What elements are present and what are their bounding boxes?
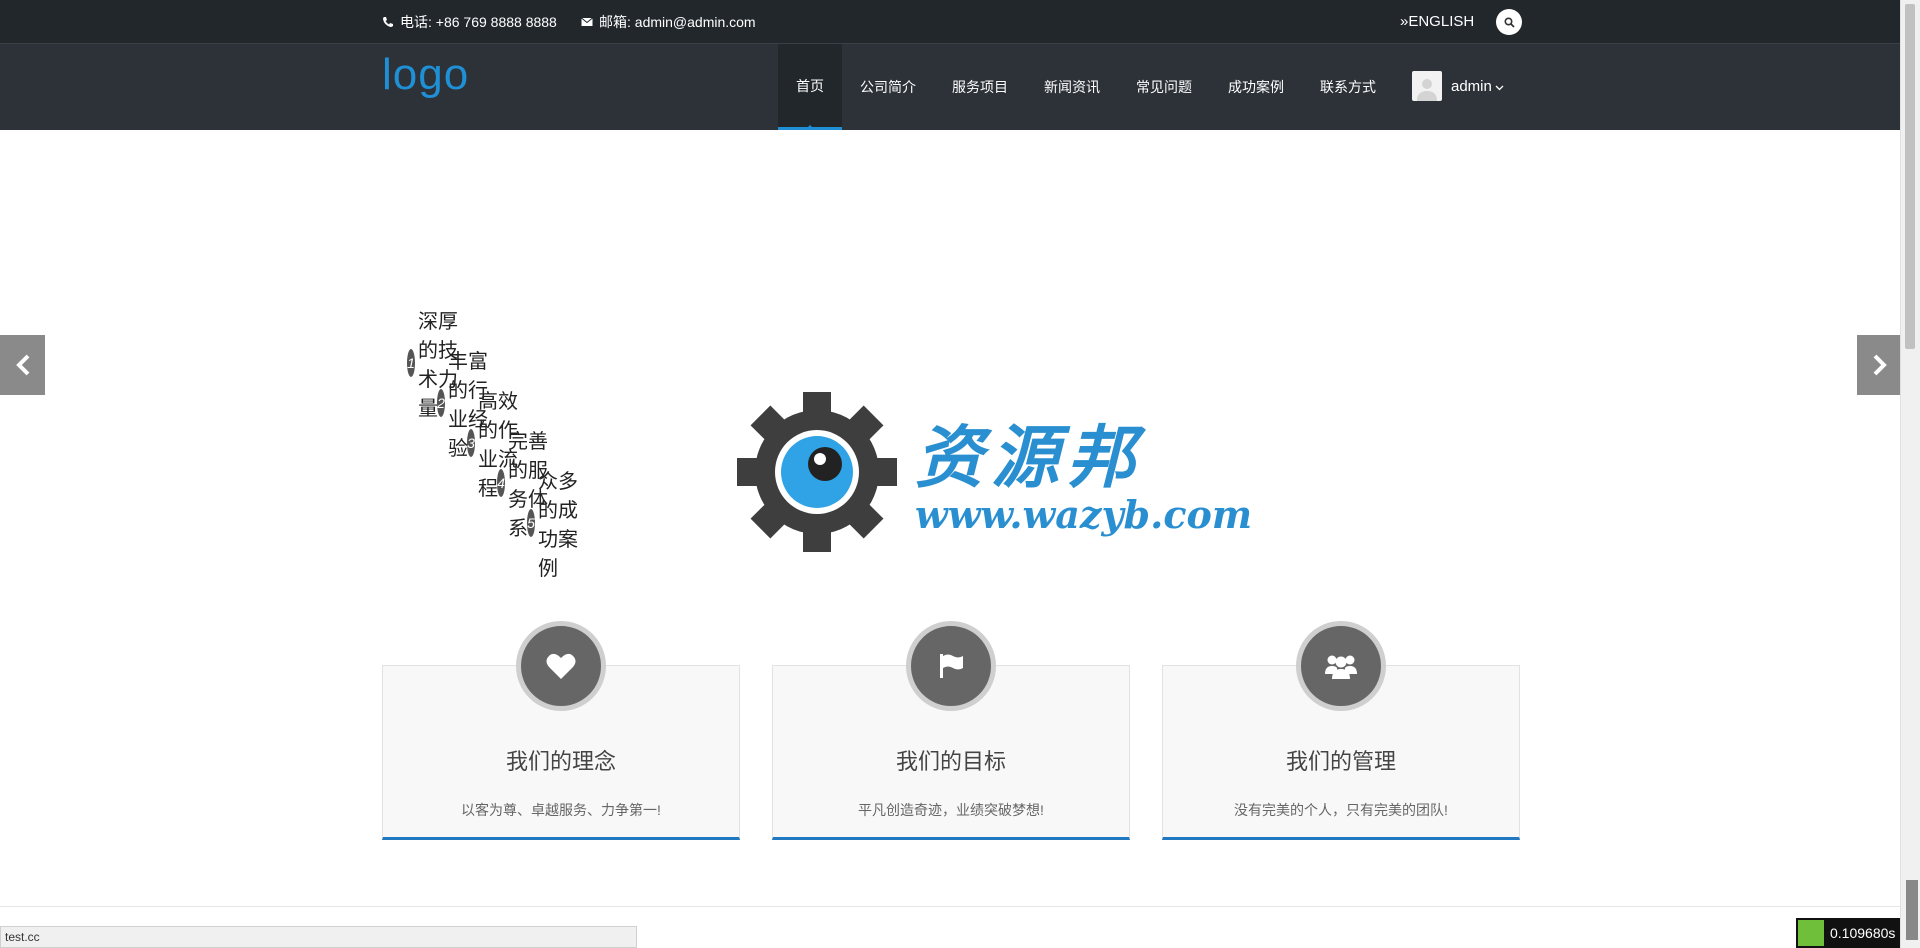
feature-item: 5 众多的成功案例 <box>527 465 578 581</box>
phone-icon <box>383 16 393 27</box>
nav-item-cases[interactable]: 成功案例 <box>1210 44 1302 130</box>
feature-number: 3 <box>467 429 475 457</box>
card-management: 我们的管理 没有完美的个人，只有完美的团队! <box>1162 621 1520 840</box>
chevron-down-icon <box>1495 85 1504 90</box>
card-title: 我们的管理 <box>1285 749 1396 774</box>
card-philosophy: 我们的理念 以客为尊、卓越服务、力争第一! <box>382 621 740 840</box>
email-text: 邮箱: admin@admin.com <box>599 13 756 30</box>
footer-divider <box>0 906 1900 907</box>
watermark-title: 资源邦 <box>915 418 1144 498</box>
feature-number: 2 <box>437 389 445 417</box>
main-menu: 首页 公司简介 服务项目 新闻资讯 常见问题 成功案例 联系方式 <box>778 44 1394 130</box>
user-menu[interactable]: admin <box>1412 70 1504 102</box>
nav-item-about[interactable]: 公司简介 <box>842 44 934 130</box>
heart-icon <box>546 653 576 679</box>
user-silhouette-icon <box>1417 79 1437 101</box>
users-icon <box>1325 655 1357 679</box>
debug-logo-icon <box>1798 920 1824 946</box>
site-logo[interactable]: logo <box>382 50 469 100</box>
watermark: 资源邦 www.wazyb.com <box>735 392 1252 557</box>
card-desc: 平凡创造奇迹，业绩突破梦想! <box>858 802 1044 818</box>
chevron-right-icon <box>1873 354 1887 376</box>
browser-status-bar: test.cc <box>0 926 637 948</box>
slider-next-button[interactable] <box>1857 335 1902 395</box>
phone-text: 电话: +86 769 8888 8888 <box>400 13 557 30</box>
card-desc: 以客为尊、卓越服务、力争第一! <box>461 802 661 818</box>
search-button[interactable] <box>1496 9 1522 35</box>
nav-item-faq[interactable]: 常见问题 <box>1118 44 1210 130</box>
status-url: test.cc <box>5 930 40 944</box>
debug-timer[interactable]: 0.109680s <box>1796 918 1900 948</box>
nav-item-home[interactable]: 首页 <box>778 44 842 130</box>
phone-contact: 电话: +86 769 8888 8888 <box>382 0 557 43</box>
user-name: admin <box>1451 77 1492 95</box>
watermark-url: www.wazyb.com <box>915 492 1253 537</box>
card-icon-circle <box>906 621 996 711</box>
scrollbar-grip[interactable] <box>1906 880 1918 940</box>
feature-text: 众多的成功案例 <box>538 471 578 580</box>
english-link[interactable]: »ENGLISH <box>1400 0 1474 43</box>
flag-icon <box>940 654 963 678</box>
avatar <box>1412 71 1442 101</box>
card-title: 我们的目标 <box>895 749 1006 774</box>
top-info-bar: 电话: +86 769 8888 8888 邮箱: admin@admin.co… <box>0 0 1900 44</box>
main-navbar: logo 首页 公司简介 服务项目 新闻资讯 常见问题 成功案例 联系方式 ad… <box>0 44 1900 130</box>
slider-prev-button[interactable] <box>0 335 45 395</box>
feature-number: 1 <box>407 349 415 377</box>
card-desc: 没有完美的个人，只有完美的团队! <box>1234 802 1448 818</box>
card-title: 我们的理念 <box>505 749 616 774</box>
search-icon <box>1503 16 1515 28</box>
hero-slider: 1 深厚的技术力量 2 丰富的行业经验 3 高效的作业流程 4 完善的服务体系 … <box>0 130 1902 580</box>
card-goal: 我们的目标 平凡创造奇迹，业绩突破梦想! <box>772 621 1130 840</box>
feature-number: 4 <box>497 469 505 497</box>
card-icon-circle <box>516 621 606 711</box>
chevron-left-icon <box>15 354 29 376</box>
nav-item-news[interactable]: 新闻资讯 <box>1026 44 1118 130</box>
scrollbar-thumb[interactable] <box>1905 4 1915 349</box>
timer-value: 0.109680s <box>1830 925 1896 941</box>
envelope-icon <box>581 17 593 26</box>
nav-item-services[interactable]: 服务项目 <box>934 44 1026 130</box>
nav-item-contact[interactable]: 联系方式 <box>1302 44 1394 130</box>
email-contact: 邮箱: admin@admin.com <box>581 0 756 43</box>
card-icon-circle <box>1296 621 1386 711</box>
gear-eye-logo <box>737 392 897 552</box>
feature-number: 5 <box>527 509 535 537</box>
